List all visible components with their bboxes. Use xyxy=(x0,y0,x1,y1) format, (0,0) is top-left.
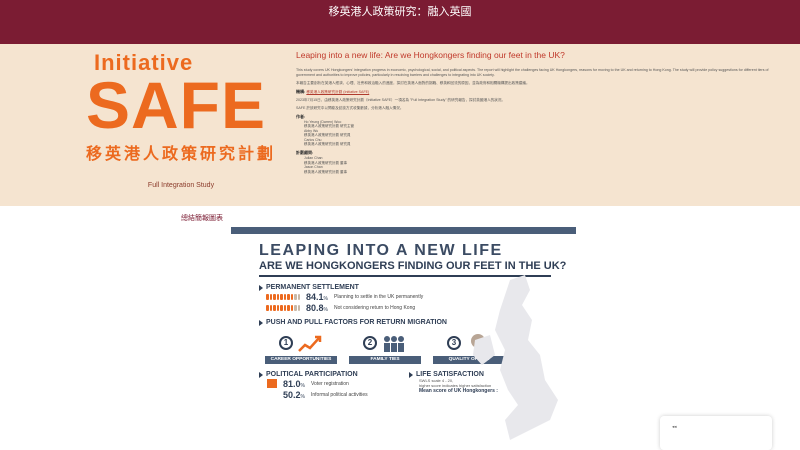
factor-label: CAREER OPPORTUNITIES xyxy=(265,356,337,364)
factor-card: 1 CAREER OPPORTUNITIES xyxy=(265,330,337,364)
logo-chinese-text: 移英港人政策研究計劃 xyxy=(86,146,277,163)
career-icon xyxy=(298,335,322,352)
method-line: SAFE 於該研究中以問卷及訪談方式收集數據，分析港人融入情況。 xyxy=(296,106,404,110)
family-icon xyxy=(384,336,404,352)
people-icon xyxy=(266,293,300,300)
logo-subtitle: Full Integration Study xyxy=(147,182,215,189)
article-heading: Leaping into a new life: Are we Hongkong… xyxy=(296,50,565,60)
section-title: PUSH AND PULL FACTORS FOR RETURN MIGRATI… xyxy=(266,319,447,326)
site-title: 移英港人政策研究：融入英國 xyxy=(328,6,472,18)
uk-map-icon xyxy=(473,275,558,440)
stat-percent: 80.8% xyxy=(306,302,328,313)
initiative-safe-logo: Initiative SAFE 移英港人政策研究計劃 Full Integrat… xyxy=(86,50,276,189)
stat-text: Not considering return to Hong Kong xyxy=(333,304,416,311)
arrow-icon xyxy=(259,284,263,291)
factor-number: 3 xyxy=(447,336,461,350)
political-participation: POLITICAL PARTICIPATION 81.0% Voter regi… xyxy=(259,371,409,400)
stat-row: 81.0% Voter registration xyxy=(267,378,409,389)
section-title: POLITICAL PARTICIPATION xyxy=(266,371,358,378)
article-body: Leaping into a new life: Are we Hongkong… xyxy=(296,50,786,174)
org-label: 機構: xyxy=(296,89,306,94)
infographic-caption: 總結簡報圖表 xyxy=(181,215,223,222)
article-intro-zh: 本報告主要剖析在英港人經濟、心理、社會和政治融入的進度，探討在英港人面對的挑戰、… xyxy=(296,81,530,85)
article-intro-en: This study covers UK Hongkongers' integr… xyxy=(296,68,769,77)
date-line: 2023年7月15日，由移英港人政策研究計劃（Initiative SAFE）一… xyxy=(296,98,506,102)
site-header: 移英港人政策研究：融入英國 xyxy=(0,0,800,44)
arrow-icon xyxy=(259,319,263,326)
factor-card: 2 FAMILY TIES xyxy=(349,330,421,364)
factor-label: FAMILY TIES xyxy=(349,356,421,364)
widget-icon: ◂◂ xyxy=(672,424,677,429)
org-link[interactable]: 移英港人政策研究計劃 (Initiative SAFE) xyxy=(306,90,369,94)
factor-number: 2 xyxy=(363,336,377,350)
stat-percent: 84.1% xyxy=(306,291,328,302)
authors-list: Ho Yeung (Darren) Woo 移英港人政策研究計劃 研究主管 Ab… xyxy=(304,120,786,146)
stat-text: Informal political activities xyxy=(310,391,368,398)
stat-text: Voter registration xyxy=(310,380,349,387)
ballot-icon xyxy=(267,379,277,388)
infographic-top-band xyxy=(231,227,576,234)
infographic-title: LEAPING INTO A NEW LIFE xyxy=(259,242,503,259)
author-item: 移英港人政策研究計劃 研究員 xyxy=(304,142,351,147)
stat-row: 50.2% Informal political activities xyxy=(283,389,409,400)
stat-percent: 50.2% xyxy=(283,389,305,400)
section-title: PERMANENT SETTLEMENT xyxy=(266,284,359,291)
advisor-item: 移英港人政策研究計劃 董事 xyxy=(304,169,347,174)
stat-text: Planning to settle in the UK permanently xyxy=(333,293,424,300)
advisors-list: Julian Chan 移英港人政策研究計劃 董事 Jason Chan 移英港… xyxy=(304,156,786,174)
political-heading: POLITICAL PARTICIPATION xyxy=(259,371,409,378)
floating-widget[interactable]: ◂◂ xyxy=(660,416,772,450)
stat-percent: 81.0% xyxy=(283,378,305,389)
arrow-icon xyxy=(409,371,413,378)
factor-number: 1 xyxy=(279,336,293,350)
people-icon xyxy=(266,304,300,311)
arrow-icon xyxy=(259,371,263,378)
logo-safe-text: SAFE xyxy=(86,68,267,142)
